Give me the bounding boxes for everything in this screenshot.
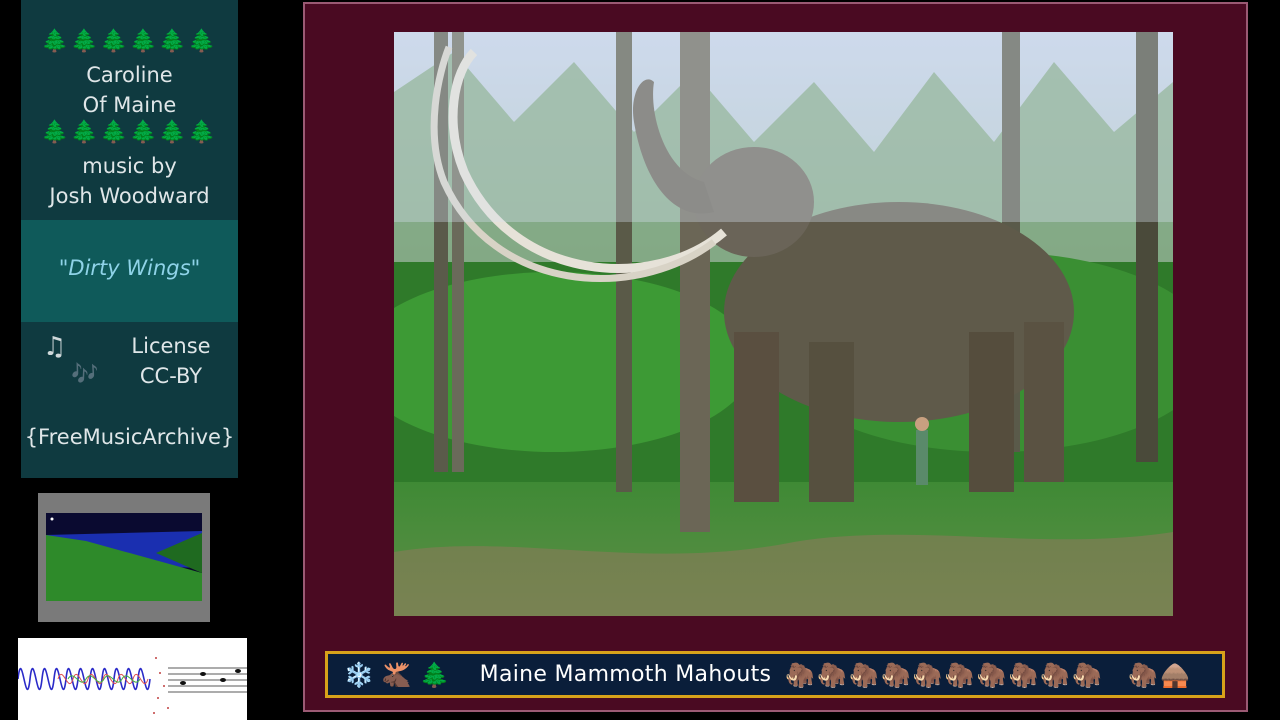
banner-end-icons: 🦣 🛖 bbox=[1128, 661, 1190, 689]
mammoth-icon: 🦣 bbox=[912, 660, 943, 689]
hut-icon: 🛖 bbox=[1160, 660, 1190, 689]
info-panel: 🌲🌲🌲🌲🌲🌲 Caroline Of Maine 🌲🌲🌲🌲🌲🌲 music by… bbox=[21, 0, 238, 478]
composer-name: Josh Woodward bbox=[49, 184, 210, 208]
video-thumbnail bbox=[38, 493, 210, 622]
mammoth-icon: 🦣 bbox=[1128, 660, 1159, 689]
license-type: CC-BY bbox=[139, 364, 203, 388]
banner-title: Maine Mammoth Mahouts bbox=[479, 662, 772, 687]
license-label: License bbox=[131, 334, 211, 358]
tree-icon: 🌲 bbox=[419, 660, 450, 689]
banner-mammoth-icons: 🦣 🦣 🦣 🦣 🦣 🦣 🦣 🦣 🦣 🦣 bbox=[785, 661, 1102, 689]
banner-left-icons: ❄️ 🫎 🌲 bbox=[344, 661, 450, 689]
mammoth-icon: 🦣 bbox=[1072, 660, 1103, 689]
title-banner: ❄️ 🫎 🌲 Maine Mammoth Mahouts 🦣 🦣 🦣 🦣 🦣 🦣… bbox=[325, 651, 1225, 698]
mammoth-icon: 🦣 bbox=[817, 660, 848, 689]
artist-name-line1: Caroline bbox=[86, 63, 173, 87]
song-title-box: "Dirty Wings" bbox=[21, 220, 238, 322]
thumbnail-landscape-image bbox=[46, 513, 202, 601]
artist-name-line2: Of Maine bbox=[82, 93, 177, 117]
mammoth-icon: 🦣 bbox=[944, 660, 975, 689]
mammoth-icon: 🦣 bbox=[880, 660, 911, 689]
license-section: ♫ 🎶 License CC-BY {FreeMusicArchive} bbox=[21, 322, 238, 478]
mammoth-icon: 🦣 bbox=[1008, 660, 1039, 689]
waveform-image bbox=[18, 638, 247, 720]
mammoth-icon: 🦣 bbox=[1040, 660, 1071, 689]
tree-icons-top: 🌲🌲🌲🌲🌲🌲 bbox=[41, 29, 218, 54]
source-label: {FreeMusicArchive} bbox=[24, 425, 235, 449]
snowflake-icon: ❄️ bbox=[344, 660, 374, 689]
mammoth-icon: 🦣 bbox=[849, 660, 879, 689]
moose-icon: 🫎 bbox=[381, 660, 412, 689]
song-title: "Dirty Wings" bbox=[58, 256, 201, 280]
mammoth-forest-image bbox=[394, 32, 1173, 616]
artist-info: 🌲🌲🌲🌲🌲🌲 Caroline Of Maine 🌲🌲🌲🌲🌲🌲 music by… bbox=[21, 0, 238, 220]
tree-icons-bottom: 🌲🌲🌲🌲🌲🌲 bbox=[41, 120, 218, 145]
music-notes-icon: 🎶 bbox=[71, 362, 99, 387]
mammoth-icon: 🦣 bbox=[785, 660, 816, 689]
credit-line1: music by bbox=[82, 154, 177, 178]
mammoth-icon: 🦣 bbox=[976, 660, 1007, 689]
music-note-icon: ♫ bbox=[43, 332, 67, 362]
